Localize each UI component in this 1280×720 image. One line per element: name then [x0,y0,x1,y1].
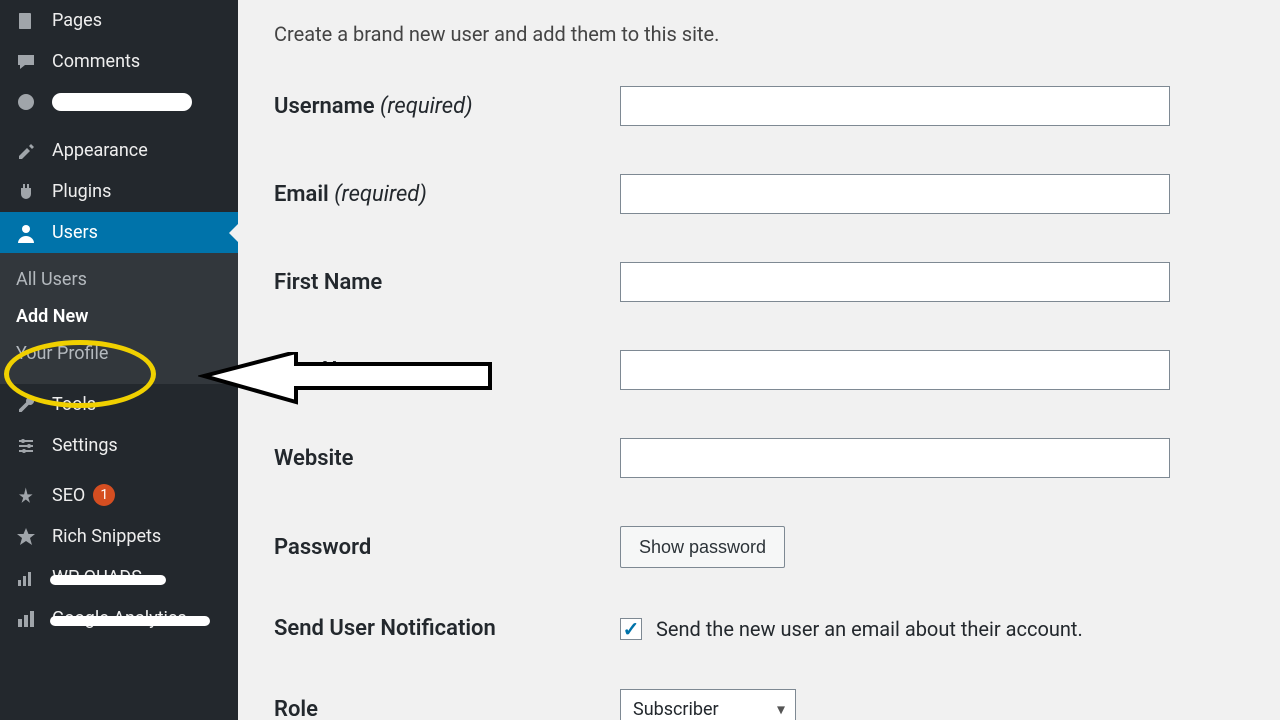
sidebar-item-wp-quads[interactable]: WP QUADS [0,557,238,598]
label-firstname: First Name [274,270,620,295]
sidebar-item-obscured-plugin[interactable] [0,82,238,122]
show-password-button[interactable]: Show password [620,526,785,568]
lastname-input[interactable] [620,350,1170,390]
sidebar-item-pages[interactable]: Pages [0,0,238,41]
sidebar-label: Google Analytics [52,608,187,629]
row-role: Role Subscriber [274,689,1244,720]
sidebar-item-google-analytics[interactable]: Google Analytics [0,598,238,639]
row-firstname: First Name [274,262,1244,302]
comments-icon [14,52,38,72]
tools-icon [14,395,38,415]
sidebar-label: Settings [52,435,118,456]
row-lastname: Last Name [274,350,1244,390]
sidebar-label: Tools [52,394,96,415]
sidebar-label: Rich Snippets [52,526,161,547]
sidebar-label: Plugins [52,181,111,202]
menu-separator [0,122,238,130]
label-notify: Send User Notification [274,616,620,641]
users-submenu: All Users Add New Your Profile [0,253,238,384]
sidebar-label: Users [52,222,98,243]
submenu-add-new[interactable]: Add New [0,298,238,335]
pages-icon [14,11,38,31]
role-select[interactable]: Subscriber [620,689,796,720]
main-content: Create a brand new user and add them to … [238,0,1280,720]
submenu-all-users[interactable]: All Users [0,261,238,298]
submenu-your-profile[interactable]: Your Profile [0,335,238,372]
label-website: Website [274,446,620,471]
settings-icon [14,436,38,456]
appearance-icon [14,141,38,161]
sidebar-item-seo[interactable]: SEO 1 [0,474,238,516]
seo-icon [14,485,38,505]
page-intro: Create a brand new user and add them to … [274,22,1244,46]
row-website: Website [274,438,1244,478]
row-username: Username (required) [274,86,1244,126]
sidebar-item-settings[interactable]: Settings [0,425,238,466]
notify-checkbox-label[interactable]: ✓ Send the new user an email about their… [620,617,1244,641]
sidebar-item-comments[interactable]: Comments [0,41,238,82]
admin-sidebar: Pages Comments Appearance Plugins [0,0,238,720]
update-badge: 1 [93,484,115,506]
row-email: Email (required) [274,174,1244,214]
users-icon [14,223,38,243]
website-input[interactable] [620,438,1170,478]
notify-checkbox[interactable]: ✓ [620,618,642,640]
sidebar-item-appearance[interactable]: Appearance [0,130,238,171]
menu-separator [0,466,238,474]
sidebar-item-rich-snippets[interactable]: Rich Snippets [0,516,238,557]
label-lastname: Last Name [274,358,620,383]
label-role: Role [274,697,620,720]
sidebar-label: WP QUADS [52,567,142,588]
row-notify: Send User Notification ✓ Send the new us… [274,616,1244,641]
analytics-icon [14,609,38,629]
email-input[interactable] [620,174,1170,214]
sidebar-label: Appearance [52,140,148,161]
sidebar-item-plugins[interactable]: Plugins [0,171,238,212]
sidebar-label: Comments [52,51,140,72]
quads-icon [14,568,38,588]
label-password: Password [274,535,620,560]
username-input[interactable] [620,86,1170,126]
star-icon [14,527,38,547]
obscured-label [52,93,192,111]
notify-text: Send the new user an email about their a… [656,617,1083,641]
plugins-icon [14,182,38,202]
sidebar-item-tools[interactable]: Tools [0,384,238,425]
sidebar-label: Pages [52,10,102,31]
label-email: Email (required) [274,182,620,207]
firstname-input[interactable] [620,262,1170,302]
sidebar-item-users[interactable]: Users [0,212,238,253]
plugin-icon [14,92,38,112]
row-password: Password Show password [274,526,1244,568]
sidebar-label: SEO [52,485,85,506]
label-username: Username (required) [274,94,620,119]
